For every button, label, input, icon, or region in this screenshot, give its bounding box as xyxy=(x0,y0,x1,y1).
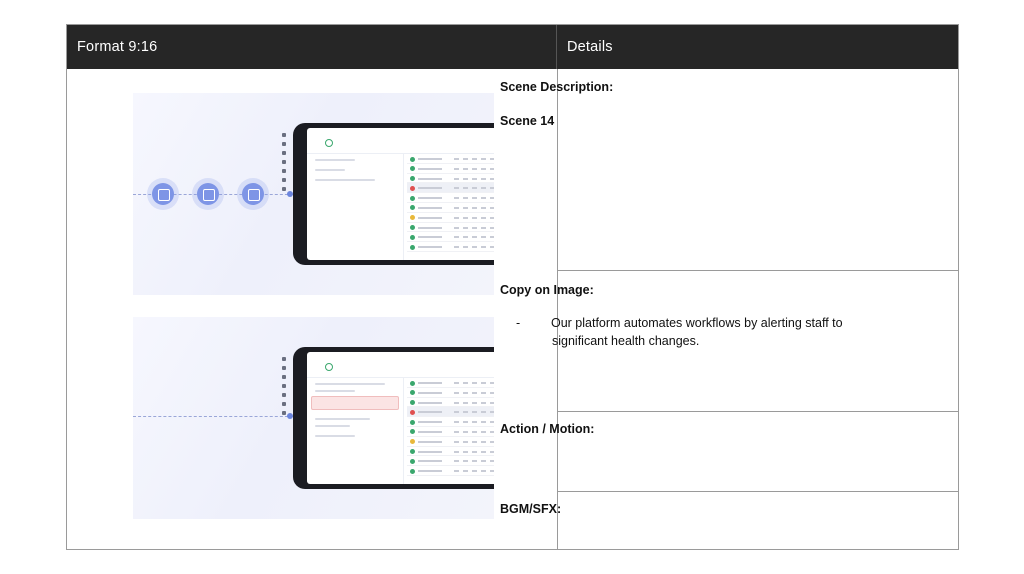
app-sidebar-rail xyxy=(282,357,288,420)
storyboard-frame-1 xyxy=(133,93,494,295)
dashboard-kpi-bar xyxy=(307,352,494,378)
patients-list xyxy=(407,154,494,260)
dashboard-screen xyxy=(307,352,494,484)
tablet-mockup xyxy=(282,347,494,489)
notifications-panel xyxy=(307,378,404,484)
bullet-dash: - xyxy=(516,316,521,330)
dashboard-screen xyxy=(307,128,494,260)
details-header-text: Details xyxy=(567,39,613,55)
row-divider-1 xyxy=(557,270,959,271)
alert-notification xyxy=(311,396,399,410)
storyboard-frame-2 xyxy=(133,317,494,519)
format-header-text: Format 9:16 xyxy=(77,39,158,55)
workflow-node-icon xyxy=(197,183,219,205)
tablet-mockup xyxy=(282,123,494,265)
bgm-sfx-label: BGM/SFX: xyxy=(500,502,562,516)
dashboard-kpi-bar xyxy=(307,128,494,154)
row-divider-3 xyxy=(557,491,959,492)
column-divider xyxy=(557,69,558,550)
copy-on-image-label: Copy on Image: xyxy=(500,283,594,297)
workflow-connector-line xyxy=(133,416,293,417)
format-header: Format 9:16 xyxy=(67,25,557,69)
patients-list xyxy=(407,378,494,484)
notifications-panel xyxy=(307,154,404,260)
row-divider-2 xyxy=(557,411,959,412)
workflow-node-icon xyxy=(152,183,174,205)
details-header: Details xyxy=(557,25,958,69)
copy-text-block: - Our platform automates workflows by al… xyxy=(516,314,876,350)
app-sidebar-rail xyxy=(282,133,288,196)
scene-number: Scene 14 xyxy=(500,114,555,128)
kpi-ring-icon xyxy=(325,139,335,147)
action-motion-label: Action / Motion: xyxy=(500,422,595,436)
kpi-ring-icon xyxy=(325,363,335,371)
scene-description-label: Scene Description: xyxy=(500,80,614,94)
copy-line-1: Our platform automates workflows by aler… xyxy=(551,316,843,330)
workflow-node-icon xyxy=(242,183,264,205)
copy-line-2: significant health changes. xyxy=(552,334,700,348)
